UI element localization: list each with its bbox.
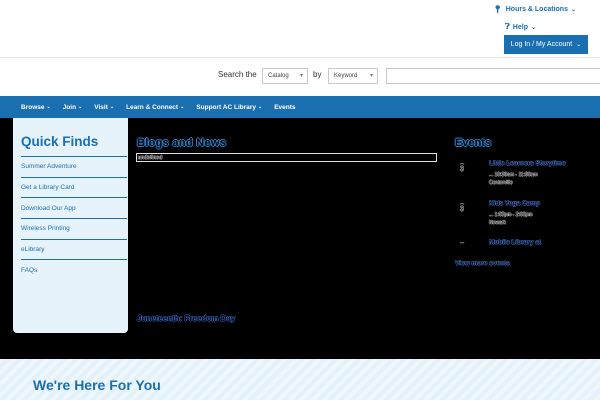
main-nav: Browse ⌄ Join ⌄ Visit ⌄ Learn & Connect … xyxy=(0,96,600,118)
event-location: Centerville xyxy=(489,180,513,186)
quick-finds-title: Quick Finds xyxy=(21,134,99,149)
event-date: ... 3 xyxy=(460,200,480,214)
search-field-select[interactable]: Keyword ▾ xyxy=(328,68,378,84)
quick-find-item[interactable]: Get a Library Card xyxy=(21,176,127,198)
login-label: Log In / My Account xyxy=(510,41,573,48)
quick-finds-list: Summer Adventure Get a Library Card Down… xyxy=(21,156,127,280)
search-scope-select[interactable]: Catalog ▾ xyxy=(262,68,308,84)
chevron-down-icon: ⌄ xyxy=(570,7,576,13)
event-title[interactable]: Mobile Library at xyxy=(489,239,541,246)
main-content: Quick Finds Summer Adventure Get a Libra… xyxy=(0,118,600,359)
utility-header: 📍︎ Hours & Locations ⌄ ❓︎ Help ⌄ Log In … xyxy=(0,0,600,58)
question-circle-icon: ❓︎ xyxy=(504,22,510,31)
blog-post-link[interactable]: Juneteenth: Freedom Day xyxy=(137,314,235,323)
chevron-down-icon: ⌄ xyxy=(46,104,51,110)
nav-item-browse[interactable]: Browse ⌄ xyxy=(21,104,51,111)
nav-item-visit[interactable]: Visit ⌄ xyxy=(94,104,114,111)
events-title: Events xyxy=(455,137,492,149)
event-date-line: ... xyxy=(460,239,465,245)
nav-item-events[interactable]: Events xyxy=(274,104,295,111)
quick-find-item[interactable]: Download Our App xyxy=(21,197,127,218)
event-time: ... 1:00pm - 2:00pm xyxy=(489,212,533,218)
nav-item-label: Join xyxy=(62,103,77,111)
dropdown-arrow-icon: ▾ xyxy=(299,73,303,79)
chevron-down-icon: ⌄ xyxy=(180,104,185,110)
login-my-account-button[interactable]: Log In / My Account ⌄ xyxy=(504,35,588,54)
event-date: ... xyxy=(460,239,480,245)
here-for-you-section: We're Here For You xyxy=(0,359,600,400)
nav-item-label: Browse xyxy=(21,103,45,111)
chevron-down-icon: ⌄ xyxy=(109,104,115,110)
quick-find-item[interactable]: eLibrary xyxy=(21,238,127,260)
quick-finds-panel: Quick Finds Summer Adventure Get a Libra… xyxy=(13,118,128,333)
nav-item-learn-connect[interactable]: Learn & Connect ⌄ xyxy=(126,104,184,111)
chevron-down-icon: ⌄ xyxy=(530,24,536,31)
search-input[interactable] xyxy=(386,68,600,84)
chevron-down-icon: ⌄ xyxy=(576,42,582,48)
nav-item-support[interactable]: Support AC Library ⌄ xyxy=(196,104,262,111)
view-more-events-link[interactable]: View more events xyxy=(455,260,510,267)
quick-find-item[interactable]: FAQs xyxy=(21,259,127,280)
blogs-news-title: Blogs and News xyxy=(137,137,227,149)
event-day: 3 xyxy=(460,166,464,173)
hours-locations-link[interactable]: 📍︎ Hours & Locations ⌄ xyxy=(493,5,576,14)
dropdown-arrow-icon: ▾ xyxy=(369,73,373,79)
hours-locations-label: Hours & Locations xyxy=(505,6,568,13)
search-by-label: by xyxy=(313,70,322,79)
event-time: ... 10:30am - 11:00am xyxy=(489,172,538,178)
event-day: 3 xyxy=(460,206,464,213)
help-link[interactable]: ❓︎ Help ⌄ xyxy=(505,22,536,32)
nav-item-label: Learn & Connect xyxy=(126,103,179,111)
nav-item-label: Support AC Library xyxy=(196,103,257,111)
nav-item-join[interactable]: Join ⌄ xyxy=(63,104,83,111)
quick-find-item[interactable]: Wireless Printing xyxy=(21,218,127,239)
chevron-down-icon: ⌄ xyxy=(78,104,83,110)
search-field-value: Keyword xyxy=(334,73,358,79)
blog-feed-text: undefined xyxy=(138,155,163,161)
event-location: Newark xyxy=(489,220,506,226)
catalog-search-bar: Search the Catalog ▾ by Keyword ▾ xyxy=(0,58,600,96)
nav-item-label: Events xyxy=(274,103,296,111)
event-title[interactable]: Little Learners Storytime xyxy=(489,160,566,167)
chevron-down-icon: ⌄ xyxy=(258,104,263,110)
event-date: ... 3 xyxy=(460,160,480,174)
here-for-you-title: We're Here For You xyxy=(33,377,161,393)
quick-find-item[interactable]: Summer Adventure xyxy=(21,156,127,177)
search-label: Search the xyxy=(218,70,257,79)
event-title[interactable]: Kids Yoga Camp xyxy=(489,200,540,207)
blog-feed-box: undefined xyxy=(136,153,437,162)
help-label: Help xyxy=(512,23,528,31)
nav-item-label: Visit xyxy=(94,103,108,111)
map-pin-icon: 📍︎ xyxy=(492,5,503,14)
search-scope-value: Catalog xyxy=(268,73,289,79)
